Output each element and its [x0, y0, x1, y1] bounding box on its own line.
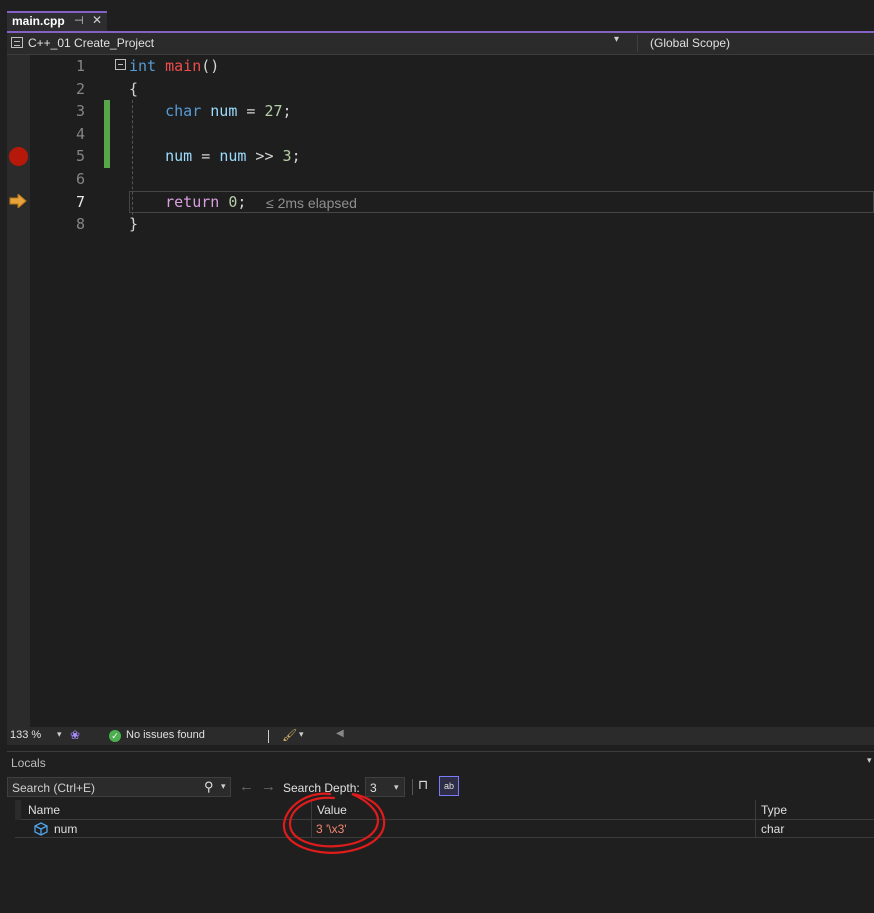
pin-icon[interactable]: ⊣	[74, 14, 84, 27]
column-header-type[interactable]: Type	[761, 803, 787, 817]
close-icon[interactable]: ✕	[92, 13, 102, 27]
code-line[interactable]: {	[129, 80, 138, 98]
code-cleanup-icon[interactable]: 🖌	[282, 728, 297, 742]
panel-title: Locals	[11, 756, 46, 770]
variable-type: char	[761, 822, 785, 836]
line-number: 7	[75, 192, 85, 211]
column-divider	[755, 820, 756, 838]
code-line[interactable]: return 0;	[129, 193, 246, 211]
code-token: main	[165, 57, 202, 75]
scope-dropdown[interactable]: (Global Scope)	[650, 36, 730, 50]
code-token: =	[192, 147, 220, 166]
arrow-left-icon[interactable]: ←	[239, 778, 254, 795]
code-token: return	[165, 192, 220, 211]
scroll-left-arrow-icon[interactable]: ◀	[336, 728, 344, 739]
code-health-icon[interactable]: ❀	[70, 728, 80, 742]
code-token: {	[129, 79, 139, 98]
code-token: char	[165, 102, 202, 121]
document-tab-strip: main.cpp ⊣ ✕	[0, 0, 874, 31]
code-token: int	[129, 57, 157, 75]
instruction-pointer-icon[interactable]	[9, 194, 27, 208]
code-token: ()	[201, 57, 220, 75]
divider	[268, 730, 269, 743]
code-token: ;	[291, 147, 301, 166]
line-number: 1	[75, 57, 85, 75]
line-number: 5	[75, 147, 85, 166]
code-token: num	[219, 147, 247, 166]
code-line[interactable]: num = num >> 3;	[129, 147, 301, 166]
chevron-down-icon[interactable]: ▾	[394, 782, 399, 793]
project-icon	[11, 37, 23, 48]
editor-status-bar: 133 % ▾ ❀ ✓ No issues found 🖌 ▾ ◀	[7, 727, 874, 745]
row-gutter	[15, 800, 21, 820]
chevron-down-icon[interactable]: ▾	[57, 729, 62, 740]
tab-main-cpp[interactable]: main.cpp ⊣ ✕	[7, 11, 107, 31]
search-input[interactable]: Search (Ctrl+E) ⚲ ▾	[7, 777, 231, 797]
code-line[interactable]: int main()	[129, 57, 219, 75]
variable-icon	[34, 822, 48, 836]
code-editor[interactable]: 1 2 3 4 5 6 7 8 int main() { char num = 27; num …	[7, 55, 874, 727]
code-token: ;	[237, 192, 247, 211]
line-number: 8	[75, 215, 85, 234]
collapse-icon[interactable]	[115, 59, 126, 70]
pin-icon[interactable]: ⊓	[418, 777, 428, 793]
code-token: >>	[246, 147, 283, 166]
chevron-down-icon[interactable]: ▾	[867, 755, 872, 766]
zoom-level[interactable]: 133 %	[10, 729, 41, 741]
divider	[637, 35, 638, 52]
line-number: 4	[75, 124, 85, 143]
chevron-down-icon[interactable]: ▾	[221, 781, 226, 792]
table-row[interactable]: num 3 '\x3' char	[15, 820, 874, 838]
variable-name: num	[54, 822, 78, 836]
issues-status[interactable]: No issues found	[126, 729, 205, 741]
chevron-down-icon[interactable]: ▾	[614, 34, 619, 45]
perf-tip[interactable]: ≤ 2ms elapsed	[266, 195, 357, 211]
locals-header-row: Name Value Type	[15, 800, 874, 820]
divider	[412, 779, 413, 795]
view-format-icon[interactable]: ab	[439, 776, 459, 796]
code-token: num	[165, 147, 193, 166]
locals-window: Locals ▾ Search (Ctrl+E) ⚲ ▾ ← → Search …	[7, 751, 874, 913]
code-token: 27	[264, 102, 283, 121]
tab-title: main.cpp	[12, 14, 65, 28]
code-line[interactable]: }	[129, 215, 138, 233]
check-circle-icon: ✓	[109, 730, 121, 742]
code-token: 3	[282, 147, 292, 166]
code-token: ;	[282, 102, 292, 121]
line-number: 2	[75, 79, 85, 98]
red-annotation-circle	[282, 792, 386, 854]
search-icon[interactable]: ⚲	[204, 779, 214, 795]
line-number: 6	[75, 170, 85, 188]
breakpoint-icon[interactable]	[9, 147, 28, 166]
project-dropdown[interactable]: C++_01 Create_Project	[28, 36, 154, 50]
code-token: num	[210, 102, 238, 121]
code-token: }	[129, 215, 139, 234]
chevron-down-icon[interactable]: ▾	[299, 729, 304, 740]
column-divider[interactable]	[755, 800, 756, 820]
line-number: 3	[75, 102, 85, 121]
code-token: =	[237, 102, 265, 121]
arrow-right-icon[interactable]: →	[261, 778, 276, 795]
changed-lines-indicator	[104, 100, 110, 168]
code-line[interactable]: char num = 27;	[129, 102, 292, 121]
navigation-bar: C++_01 Create_Project ▾ (Global Scope)	[7, 33, 874, 55]
column-header-name[interactable]: Name	[28, 803, 60, 817]
search-placeholder: Search (Ctrl+E)	[12, 781, 96, 795]
